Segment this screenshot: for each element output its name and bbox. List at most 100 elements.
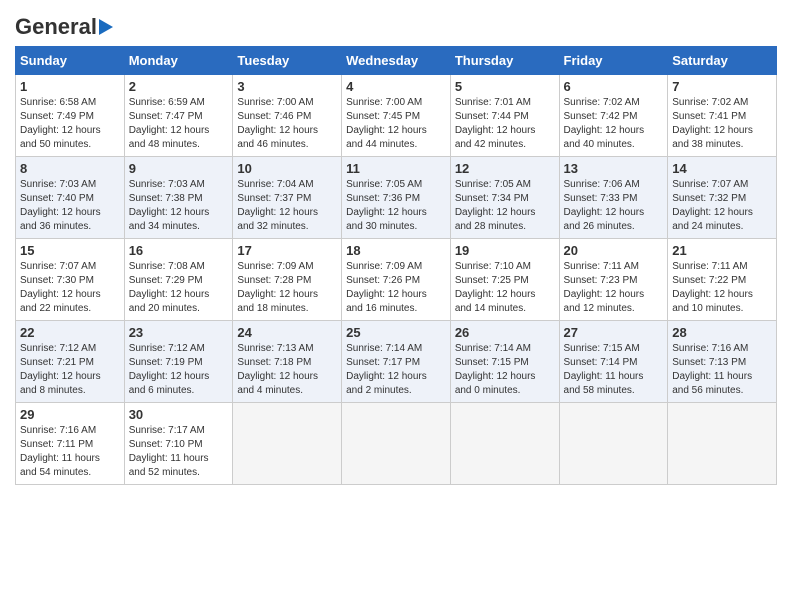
week-row-5: 29Sunrise: 7:16 AMSunset: 7:11 PMDayligh… — [16, 403, 777, 485]
cell-line: Sunset: 7:14 PM — [564, 356, 664, 370]
cell-line: Sunset: 7:22 PM — [672, 274, 772, 288]
column-header-tuesday: Tuesday — [233, 47, 342, 75]
calendar-cell: 11Sunrise: 7:05 AMSunset: 7:36 PMDayligh… — [342, 157, 451, 239]
cell-line: Sunset: 7:34 PM — [455, 192, 555, 206]
day-number: 12 — [455, 161, 555, 176]
cell-line: and 6 minutes. — [129, 384, 229, 398]
column-header-wednesday: Wednesday — [342, 47, 451, 75]
cell-line: Sunset: 7:28 PM — [237, 274, 337, 288]
cell-line: and 24 minutes. — [672, 220, 772, 234]
calendar-cell: 19Sunrise: 7:10 AMSunset: 7:25 PMDayligh… — [450, 239, 559, 321]
cell-line: Daylight: 12 hours — [564, 288, 664, 302]
cell-line: and 30 minutes. — [346, 220, 446, 234]
cell-line: Sunrise: 7:07 AM — [672, 178, 772, 192]
cell-line: Daylight: 12 hours — [237, 288, 337, 302]
day-number: 13 — [564, 161, 664, 176]
week-row-4: 22Sunrise: 7:12 AMSunset: 7:21 PMDayligh… — [16, 321, 777, 403]
cell-line: Daylight: 11 hours — [564, 370, 664, 384]
cell-line: and 22 minutes. — [20, 302, 120, 316]
header-row: SundayMondayTuesdayWednesdayThursdayFrid… — [16, 47, 777, 75]
cell-line: Daylight: 12 hours — [237, 124, 337, 138]
day-number: 29 — [20, 407, 120, 422]
calendar-cell: 18Sunrise: 7:09 AMSunset: 7:26 PMDayligh… — [342, 239, 451, 321]
calendar-cell: 10Sunrise: 7:04 AMSunset: 7:37 PMDayligh… — [233, 157, 342, 239]
day-number: 16 — [129, 243, 229, 258]
cell-line: and 0 minutes. — [455, 384, 555, 398]
cell-line: Daylight: 12 hours — [455, 370, 555, 384]
day-number: 5 — [455, 79, 555, 94]
day-number: 19 — [455, 243, 555, 258]
day-number: 21 — [672, 243, 772, 258]
day-number: 27 — [564, 325, 664, 340]
calendar-cell — [233, 403, 342, 485]
calendar-cell: 12Sunrise: 7:05 AMSunset: 7:34 PMDayligh… — [450, 157, 559, 239]
cell-line: Daylight: 12 hours — [564, 206, 664, 220]
cell-line: Sunset: 7:33 PM — [564, 192, 664, 206]
cell-line: Sunrise: 7:01 AM — [455, 96, 555, 110]
cell-line: Daylight: 12 hours — [129, 124, 229, 138]
cell-line: Sunrise: 7:03 AM — [129, 178, 229, 192]
cell-line: and 2 minutes. — [346, 384, 446, 398]
calendar-cell: 1Sunrise: 6:58 AMSunset: 7:49 PMDaylight… — [16, 75, 125, 157]
day-number: 4 — [346, 79, 446, 94]
cell-line: and 52 minutes. — [129, 466, 229, 480]
calendar-cell: 24Sunrise: 7:13 AMSunset: 7:18 PMDayligh… — [233, 321, 342, 403]
cell-line: and 38 minutes. — [672, 138, 772, 152]
cell-line: and 32 minutes. — [237, 220, 337, 234]
cell-line: Daylight: 12 hours — [672, 288, 772, 302]
cell-line: Sunrise: 7:14 AM — [455, 342, 555, 356]
cell-line: Sunset: 7:26 PM — [346, 274, 446, 288]
cell-line: Sunrise: 7:09 AM — [346, 260, 446, 274]
cell-line: Sunset: 7:40 PM — [20, 192, 120, 206]
calendar-cell: 25Sunrise: 7:14 AMSunset: 7:17 PMDayligh… — [342, 321, 451, 403]
cell-line: Sunset: 7:47 PM — [129, 110, 229, 124]
cell-line: and 20 minutes. — [129, 302, 229, 316]
calendar-cell — [342, 403, 451, 485]
cell-line: Daylight: 12 hours — [346, 370, 446, 384]
day-number: 17 — [237, 243, 337, 258]
calendar-cell: 3Sunrise: 7:00 AMSunset: 7:46 PMDaylight… — [233, 75, 342, 157]
cell-line: Daylight: 11 hours — [672, 370, 772, 384]
calendar-cell: 9Sunrise: 7:03 AMSunset: 7:38 PMDaylight… — [124, 157, 233, 239]
cell-line: Daylight: 12 hours — [20, 206, 120, 220]
calendar-cell: 7Sunrise: 7:02 AMSunset: 7:41 PMDaylight… — [668, 75, 777, 157]
cell-line: Sunrise: 7:00 AM — [237, 96, 337, 110]
cell-line: Sunset: 7:38 PM — [129, 192, 229, 206]
day-number: 7 — [672, 79, 772, 94]
day-number: 20 — [564, 243, 664, 258]
cell-line: Sunset: 7:36 PM — [346, 192, 446, 206]
column-header-saturday: Saturday — [668, 47, 777, 75]
cell-line: Daylight: 12 hours — [237, 206, 337, 220]
cell-line: Sunset: 7:41 PM — [672, 110, 772, 124]
cell-line: and 56 minutes. — [672, 384, 772, 398]
cell-line: Daylight: 12 hours — [20, 124, 120, 138]
logo: General — [15, 14, 113, 38]
calendar-cell: 2Sunrise: 6:59 AMSunset: 7:47 PMDaylight… — [124, 75, 233, 157]
cell-line: Sunrise: 7:08 AM — [129, 260, 229, 274]
calendar-cell: 6Sunrise: 7:02 AMSunset: 7:42 PMDaylight… — [559, 75, 668, 157]
cell-line: and 28 minutes. — [455, 220, 555, 234]
cell-line: and 48 minutes. — [129, 138, 229, 152]
calendar-cell: 14Sunrise: 7:07 AMSunset: 7:32 PMDayligh… — [668, 157, 777, 239]
cell-line: and 14 minutes. — [455, 302, 555, 316]
header: General — [15, 10, 777, 38]
calendar-body: 1Sunrise: 6:58 AMSunset: 7:49 PMDaylight… — [16, 75, 777, 485]
cell-line: Sunset: 7:18 PM — [237, 356, 337, 370]
cell-line: Daylight: 12 hours — [20, 288, 120, 302]
cell-line: Sunrise: 7:11 AM — [564, 260, 664, 274]
day-number: 14 — [672, 161, 772, 176]
cell-line: Sunrise: 7:04 AM — [237, 178, 337, 192]
day-number: 24 — [237, 325, 337, 340]
cell-line: and 50 minutes. — [20, 138, 120, 152]
calendar-cell: 22Sunrise: 7:12 AMSunset: 7:21 PMDayligh… — [16, 321, 125, 403]
cell-line: Sunset: 7:11 PM — [20, 438, 120, 452]
cell-line: Daylight: 12 hours — [346, 124, 446, 138]
column-header-monday: Monday — [124, 47, 233, 75]
cell-line: and 4 minutes. — [237, 384, 337, 398]
cell-line: and 10 minutes. — [672, 302, 772, 316]
day-number: 15 — [20, 243, 120, 258]
calendar-cell: 23Sunrise: 7:12 AMSunset: 7:19 PMDayligh… — [124, 321, 233, 403]
cell-line: Sunrise: 7:14 AM — [346, 342, 446, 356]
cell-line: Sunrise: 7:17 AM — [129, 424, 229, 438]
cell-line: Sunrise: 7:12 AM — [129, 342, 229, 356]
